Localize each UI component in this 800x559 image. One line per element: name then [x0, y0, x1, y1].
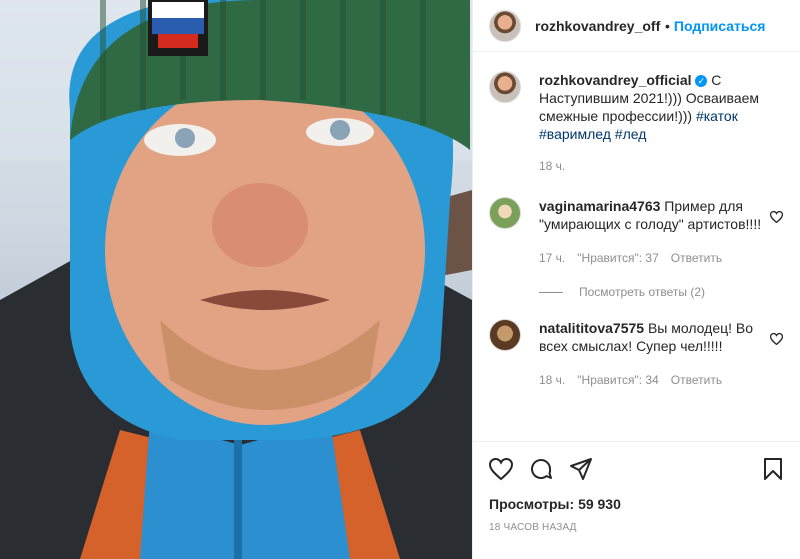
flag-patch-icon — [148, 0, 208, 56]
comment-time: 18 ч. — [539, 373, 566, 387]
posted-time[interactable]: 18 ЧАСОВ НАЗАД — [473, 512, 800, 533]
comment-item: vaginamarina4763 Пример для "умирающих с… — [489, 197, 789, 267]
views-value: 59 930 — [578, 496, 621, 512]
caption: rozhkovandrey_official ✓ С Наступившим 2… — [489, 71, 789, 175]
caption-username[interactable]: rozhkovandrey_official — [539, 72, 692, 88]
comment-username[interactable]: natalititova7575 — [539, 320, 644, 336]
author-avatar[interactable] — [489, 9, 521, 42]
verified-badge-icon: ✓ — [695, 75, 708, 87]
share-icon[interactable] — [569, 457, 593, 481]
post-sidebar: rozhkovandrey_offi • Подписаться rozhkov… — [472, 0, 800, 559]
commenter-avatar[interactable] — [489, 319, 521, 351]
hashtag-led[interactable]: #лед — [615, 126, 647, 142]
comments-section: rozhkovandrey_official ✓ С Наступившим 2… — [489, 71, 789, 441]
comment-likes[interactable]: "Нравится": 37 — [577, 249, 659, 267]
view-count[interactable]: Просмотры: 59 930 — [473, 496, 800, 512]
follow-button[interactable]: Подписаться — [674, 18, 766, 34]
comment-item: natalititova7575 Вы молодец! Во всех смы… — [489, 319, 789, 389]
hashtag-katok[interactable]: #каток — [696, 108, 738, 124]
reply-button[interactable]: Ответить — [671, 371, 722, 389]
post-header: rozhkovandrey_offi • Подписаться — [473, 0, 800, 52]
post-actions: Просмотры: 59 930 18 ЧАСОВ НАЗАД — [473, 441, 800, 559]
post-media[interactable] — [0, 0, 472, 559]
comment-likes[interactable]: "Нравится": 34 — [577, 371, 659, 389]
view-replies[interactable]: Посмотреть ответы (2) — [539, 285, 789, 299]
header-separator: • — [665, 17, 670, 34]
heart-icon[interactable] — [489, 457, 513, 481]
caption-avatar[interactable] — [489, 71, 521, 103]
comment-username[interactable]: vaginamarina4763 — [539, 198, 660, 214]
comment-time: 17 ч. — [539, 251, 566, 265]
comment-like-icon[interactable] — [770, 333, 783, 345]
post-photo — [0, 0, 472, 559]
caption-time: 18 ч. — [539, 159, 566, 173]
author-username[interactable]: rozhkovandrey_offi — [535, 18, 661, 34]
commenter-avatar[interactable] — [489, 197, 521, 229]
view-replies-label[interactable]: Посмотреть ответы (2) — [579, 285, 705, 299]
comment-like-icon[interactable] — [770, 211, 783, 223]
reply-button[interactable]: Ответить — [671, 249, 722, 267]
bookmark-icon[interactable] — [761, 457, 785, 481]
comment-icon[interactable] — [529, 457, 553, 481]
views-label: Просмотры: — [489, 496, 575, 512]
hashtag-varimled[interactable]: #варимлед — [539, 126, 611, 142]
replies-divider — [539, 291, 563, 293]
